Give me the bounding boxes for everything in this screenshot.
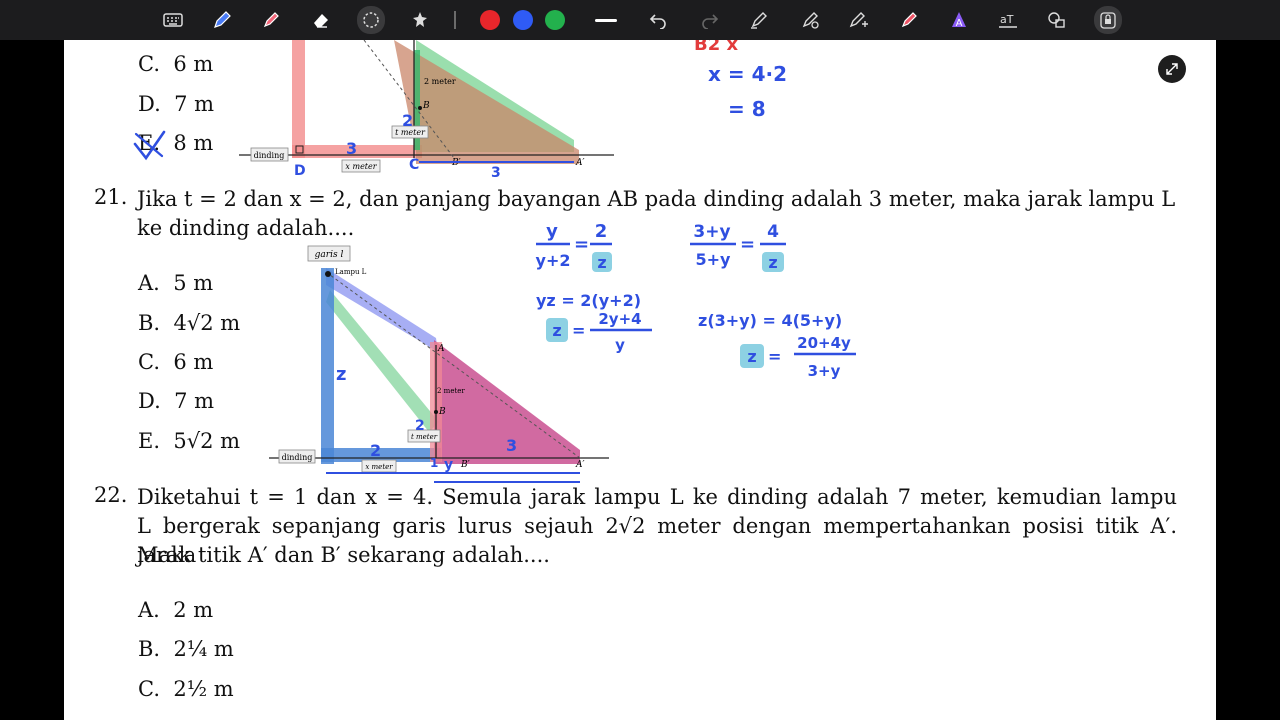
hand-y: y: [444, 457, 453, 473]
checkmark-icon: [133, 130, 166, 161]
hand-b2-x: B2 x: [694, 40, 739, 55]
blue-color-swatch[interactable]: [513, 10, 533, 30]
hand-eq-8: = 8: [728, 97, 766, 121]
hand-2-base: 2: [370, 441, 381, 460]
g3-den: 3+y: [808, 362, 841, 380]
text-recognition-icon[interactable]: aT: [995, 8, 1021, 32]
g3-num: 20+4y: [797, 334, 851, 352]
lampu-label: Lampu L: [335, 268, 367, 276]
q21-option-d[interactable]: D. 7 m: [138, 389, 214, 413]
g1-den: 5+y: [696, 250, 732, 269]
point-a-prime: A′: [575, 158, 585, 168]
point-a: A: [437, 344, 445, 354]
line-icon[interactable]: [593, 8, 619, 32]
q20-option-d[interactable]: D. 7 m: [138, 92, 214, 116]
q21-number: 21.: [94, 185, 128, 209]
f1-num: y: [546, 221, 558, 242]
hand-1: 1: [430, 456, 438, 470]
q21-line2: ke dinding adalah....: [137, 216, 355, 240]
undo-icon[interactable]: [645, 8, 671, 32]
q21-option-a[interactable]: A. 5 m: [138, 271, 213, 295]
hand-x-eq: x = 4·2: [708, 62, 787, 86]
hand-3: 3: [506, 436, 517, 455]
svg-text:aT: aT: [1000, 13, 1014, 26]
q22-line3: jarak titik A′ dan B′ sekarang adalah...…: [137, 543, 550, 567]
hand-c: C: [409, 157, 419, 173]
q21-line1: Jika t = 2 dan x = 2, dan panjang bayang…: [137, 187, 1176, 211]
hand-3: 3: [346, 139, 357, 158]
f2: yz = 2(y+2): [536, 291, 641, 310]
hand-2: 2: [402, 111, 413, 130]
f1-den: y+2: [536, 251, 571, 270]
pen-icon[interactable]: [209, 8, 235, 32]
hand-d: D: [294, 163, 306, 179]
f3-den: y: [615, 336, 625, 354]
hand-3b: 3: [491, 165, 501, 180]
point-b: B: [422, 101, 430, 111]
two-meter-label: 2 meter: [424, 77, 456, 86]
redo-icon[interactable]: [697, 8, 723, 32]
shapes-tool-icon[interactable]: [1044, 8, 1070, 32]
g1-num: 3+y: [693, 222, 730, 242]
q20-diagram: dinding x meter t meter 2 meter B B′ A′ …: [239, 40, 614, 180]
q22-option-b[interactable]: B. 2¼ m: [138, 637, 234, 661]
red-color-swatch[interactable]: [480, 10, 500, 30]
svg-text:=: =: [572, 321, 585, 340]
q20-option-c[interactable]: C. 6 m: [138, 52, 213, 76]
q22-option-c[interactable]: C. 2½ m: [138, 677, 234, 701]
q21-option-e[interactable]: E. 5√2 m: [138, 429, 240, 453]
f1-rhs-num: 2: [595, 221, 608, 242]
g3-lhs: z: [747, 347, 756, 366]
f3-num: 2y+4: [598, 310, 641, 328]
q21-handwriting: y y+2 = 2 z yz = 2(y+2) z = 2y+4 y 3+y 5…: [536, 221, 856, 380]
wall-label: dinding: [282, 453, 313, 462]
eraser-icon[interactable]: [308, 8, 334, 32]
x-meter-label: x meter: [365, 463, 393, 471]
g1-rhs-den: z: [768, 253, 777, 272]
hand-2-t: 2: [415, 418, 425, 434]
marker-icon[interactable]: [896, 8, 922, 32]
q20-handwriting: B2 x x = 4·2 = 8: [694, 40, 787, 121]
green-color-swatch[interactable]: [545, 10, 565, 30]
f3-lhs: z: [552, 321, 561, 340]
svg-text:=: =: [574, 234, 589, 255]
garis-label: garis l: [315, 250, 344, 260]
wall-label: dinding: [254, 151, 285, 160]
q22-line1: Diketahui t = 1 dan x = 4. Semula jarak …: [137, 485, 1177, 509]
f1-rhs-den: z: [597, 253, 606, 272]
g2: z(3+y) = 4(5+y): [698, 311, 842, 330]
hand-z: z: [336, 364, 346, 385]
svg-text:=: =: [740, 234, 755, 255]
keyboard-icon[interactable]: [160, 8, 186, 32]
svg-text:A: A: [956, 18, 963, 29]
collapse-icon[interactable]: [1158, 55, 1186, 83]
document-page[interactable]: dinding x meter t meter 2 meter B B′ A′ …: [64, 40, 1216, 720]
two-meter-label: 2 meter: [437, 387, 465, 395]
annotation-toolbar: A aT: [0, 0, 1280, 40]
point-b: B: [438, 407, 446, 417]
laser-pointer-icon[interactable]: [797, 8, 823, 32]
lasso-icon[interactable]: [357, 6, 385, 34]
pen-settings-icon[interactable]: [747, 8, 773, 32]
shapes-icon[interactable]: [407, 8, 433, 32]
q22-number: 22.: [94, 483, 128, 507]
lock-icon[interactable]: [1094, 6, 1122, 34]
point-a-prime: A′: [575, 460, 585, 470]
t-meter-label: t meter: [411, 433, 438, 441]
highlighter-icon[interactable]: [258, 8, 284, 32]
x-meter-label: x meter: [345, 162, 377, 171]
q21-option-c[interactable]: C. 6 m: [138, 350, 213, 374]
q22-option-a[interactable]: A. 2 m: [138, 598, 213, 622]
svg-text:=: =: [768, 347, 781, 366]
point-b-prime: B′: [460, 460, 470, 470]
g1-rhs-num: 4: [767, 222, 779, 242]
text-tool-icon[interactable]: A: [946, 8, 972, 32]
ruler-icon[interactable]: [846, 8, 872, 32]
q21-option-b[interactable]: B. 4√2 m: [138, 311, 240, 335]
toolbar-divider: [454, 11, 456, 29]
